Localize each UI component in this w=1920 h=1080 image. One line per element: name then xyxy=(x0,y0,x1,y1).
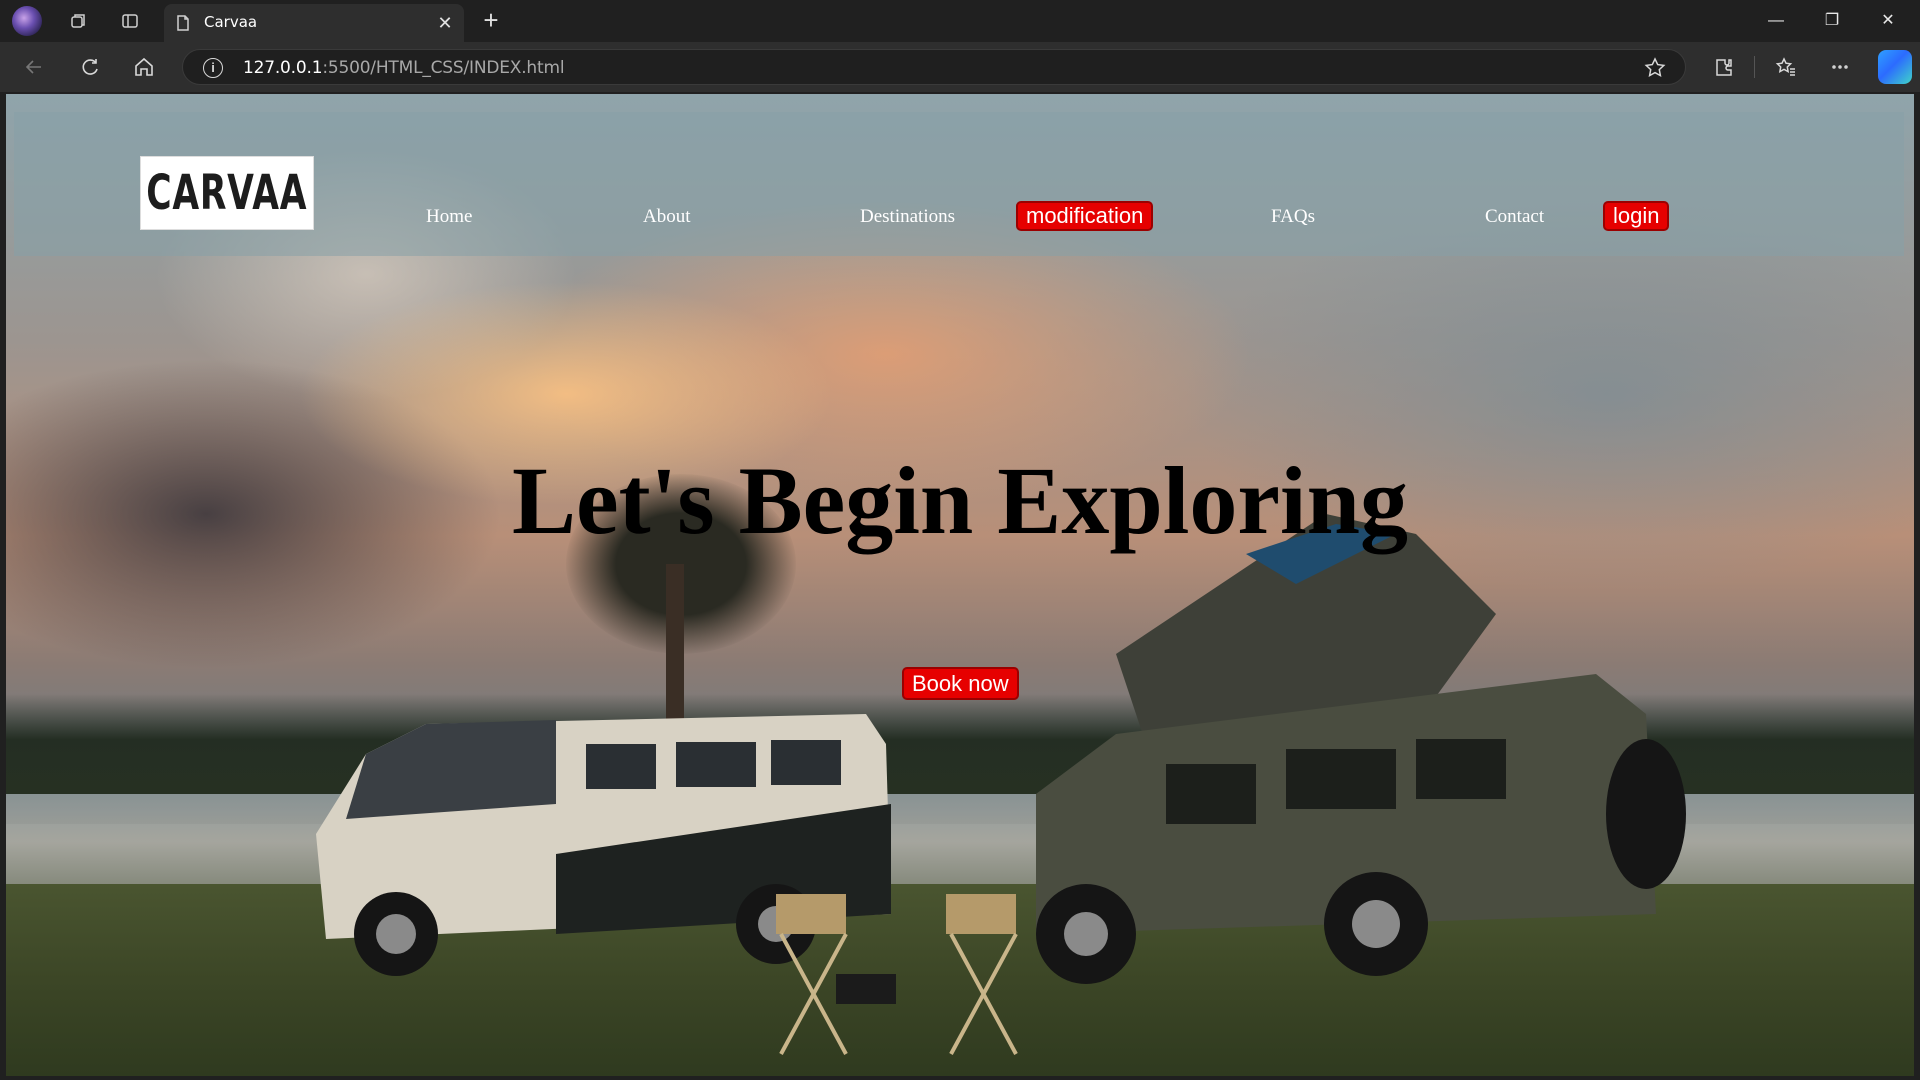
site-info-icon[interactable]: i xyxy=(203,58,223,78)
extensions-icon[interactable] xyxy=(1708,51,1740,83)
nav-link-contact[interactable]: Contact xyxy=(1485,206,1544,228)
browser-toolbar: i 127.0.0.1:5500/HTML_CSS/INDEX.html xyxy=(0,42,1920,92)
browser-tab-active[interactable]: Carvaa ✕ xyxy=(164,4,464,42)
nav-link-destinations[interactable]: Destinations xyxy=(860,206,955,228)
restore-button[interactable]: ❐ xyxy=(1810,6,1854,36)
logo-text: CARVAA xyxy=(146,165,308,221)
hero-title: Let's Begin Exploring xyxy=(511,447,1409,554)
browser-tab-bar: Carvaa ✕ + — ❐ ✕ xyxy=(0,0,1920,42)
camping-chairs-image xyxy=(776,894,1018,1055)
carvaa-logo[interactable]: CARVAA xyxy=(140,156,314,230)
profile-avatar[interactable] xyxy=(12,6,42,36)
nav-link-faqs[interactable]: FAQs xyxy=(1271,206,1315,228)
back-icon[interactable] xyxy=(18,51,50,83)
copilot-icon[interactable] xyxy=(1878,50,1912,84)
tab-title: Carvaa xyxy=(204,13,258,31)
home-icon[interactable] xyxy=(128,51,160,83)
collections-icon[interactable] xyxy=(62,5,94,37)
more-options-icon[interactable] xyxy=(1824,51,1856,83)
nav-link-home[interactable]: Home xyxy=(426,206,472,228)
tab-close-icon[interactable]: ✕ xyxy=(434,12,456,34)
url-text: 127.0.0.1:5500/HTML_CSS/INDEX.html xyxy=(243,58,565,78)
favorites-icon[interactable] xyxy=(1770,51,1802,83)
vertical-tabs-icon[interactable] xyxy=(114,5,146,37)
new-tab-button[interactable]: + xyxy=(476,6,506,36)
nav-link-about[interactable]: About xyxy=(643,206,691,228)
refresh-icon[interactable] xyxy=(74,51,106,83)
book-now-button[interactable]: Book now xyxy=(902,667,1019,700)
favorite-star-icon[interactable] xyxy=(1643,56,1667,80)
toolbar-divider xyxy=(1754,56,1755,78)
close-window-button[interactable]: ✕ xyxy=(1866,6,1910,36)
page-viewport: CARVAA Home About Destinations modificat… xyxy=(6,94,1914,1076)
page-icon xyxy=(174,14,192,32)
address-bar[interactable]: i 127.0.0.1:5500/HTML_CSS/INDEX.html xyxy=(182,49,1686,85)
minimize-button[interactable]: — xyxy=(1754,6,1798,36)
login-button[interactable]: login xyxy=(1603,201,1670,231)
modification-button[interactable]: modification xyxy=(1016,201,1154,231)
dark-offroad-van-image xyxy=(1036,514,1686,984)
